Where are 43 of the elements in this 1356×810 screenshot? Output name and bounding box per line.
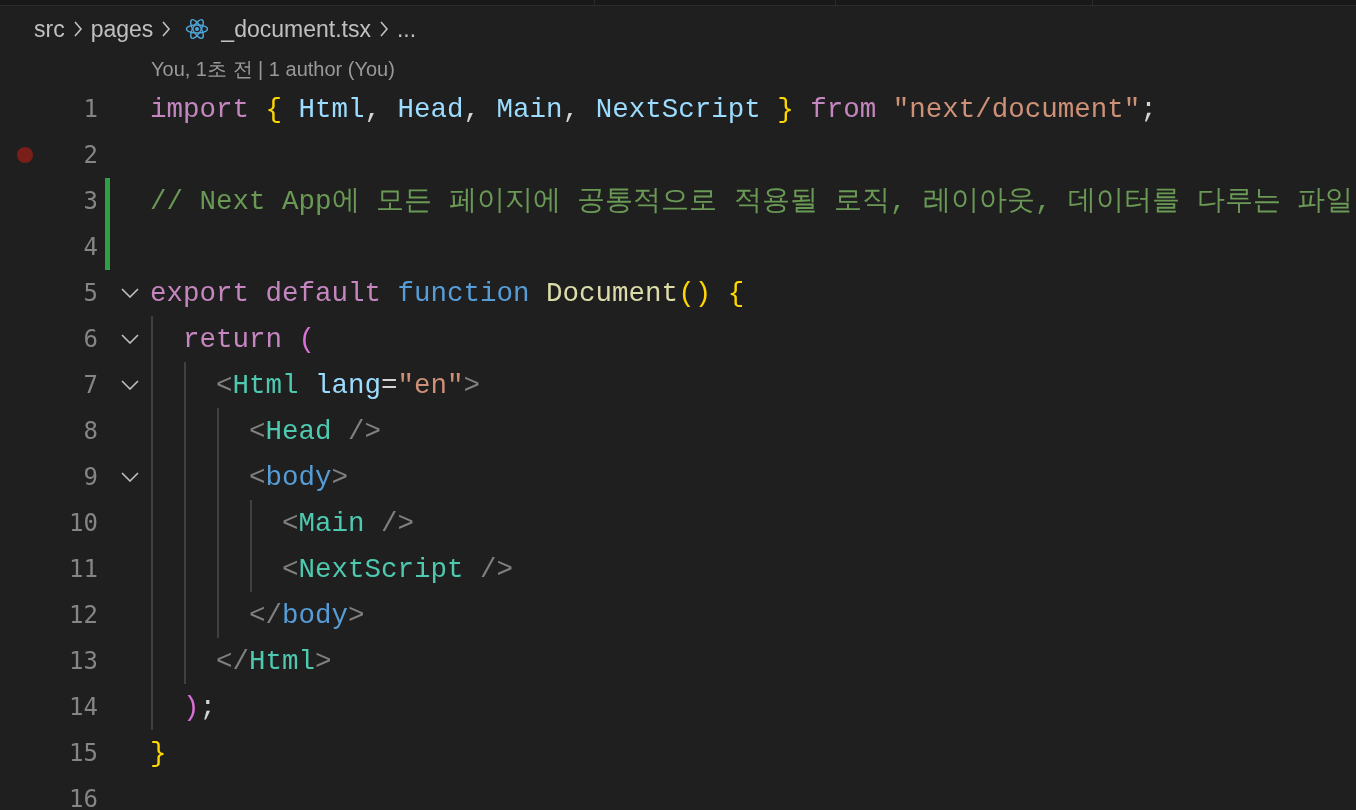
line-number: 14 bbox=[68, 693, 98, 721]
code-line: <Main /> bbox=[281, 506, 415, 540]
code-line: export default function Document() { bbox=[150, 276, 745, 310]
line-number: 5 bbox=[82, 279, 98, 307]
code-line: // Next App에 모든 페이지에 공통적으로 적용될 로직, 레이아웃, 데이터를 다루는 파일 bbox=[150, 184, 1354, 218]
code-line: return ( bbox=[182, 322, 316, 356]
line-number: 3 bbox=[82, 187, 98, 215]
line-number: 8 bbox=[82, 417, 98, 445]
line-number: 13 bbox=[68, 647, 98, 675]
line-number: 16 bbox=[68, 785, 98, 810]
breadcrumb-item[interactable]: ... bbox=[396, 15, 417, 43]
code-line: </Html> bbox=[215, 644, 332, 678]
code-line: } bbox=[150, 736, 167, 770]
line-number: 2 bbox=[82, 141, 98, 169]
line-number: 15 bbox=[68, 739, 98, 767]
blame-annotation[interactable]: You, 1초 전 | 1 author (You) bbox=[151, 55, 395, 83]
line-number: 9 bbox=[82, 463, 98, 491]
code-line: </body> bbox=[248, 598, 365, 632]
breadcrumb-item[interactable]: _document.tsx bbox=[221, 15, 371, 43]
breakpoint-dot[interactable] bbox=[16, 147, 33, 163]
line-number: 11 bbox=[68, 555, 98, 583]
code-line: <NextScript /> bbox=[281, 552, 514, 586]
chevron-down-icon[interactable] bbox=[121, 472, 139, 482]
chevron-right-icon bbox=[378, 21, 389, 37]
line-number: 10 bbox=[68, 509, 98, 537]
atom-icon bbox=[185, 17, 210, 41]
line-number: 7 bbox=[82, 371, 98, 399]
chevron-down-icon[interactable] bbox=[121, 288, 139, 298]
code-line: <Head /> bbox=[248, 414, 382, 448]
chevron-right-icon bbox=[161, 21, 172, 37]
breadcrumb-item[interactable]: pages bbox=[90, 15, 154, 43]
chevron-down-icon[interactable] bbox=[121, 334, 139, 344]
code-line: <body> bbox=[248, 460, 349, 494]
code-line: <Html lang="en"> bbox=[215, 368, 481, 402]
line-number: 4 bbox=[82, 233, 98, 261]
line-number: 1 bbox=[82, 95, 98, 123]
code-line: import { Html, Head, Main, NextScript } from "next/document"; bbox=[150, 92, 1157, 126]
code-line: ); bbox=[182, 690, 217, 724]
line-number: 6 bbox=[82, 325, 98, 353]
line-number: 12 bbox=[68, 601, 98, 629]
breadcrumb-item[interactable]: src bbox=[34, 15, 65, 43]
chevron-down-icon[interactable] bbox=[121, 380, 139, 390]
chevron-right-icon bbox=[72, 21, 83, 37]
